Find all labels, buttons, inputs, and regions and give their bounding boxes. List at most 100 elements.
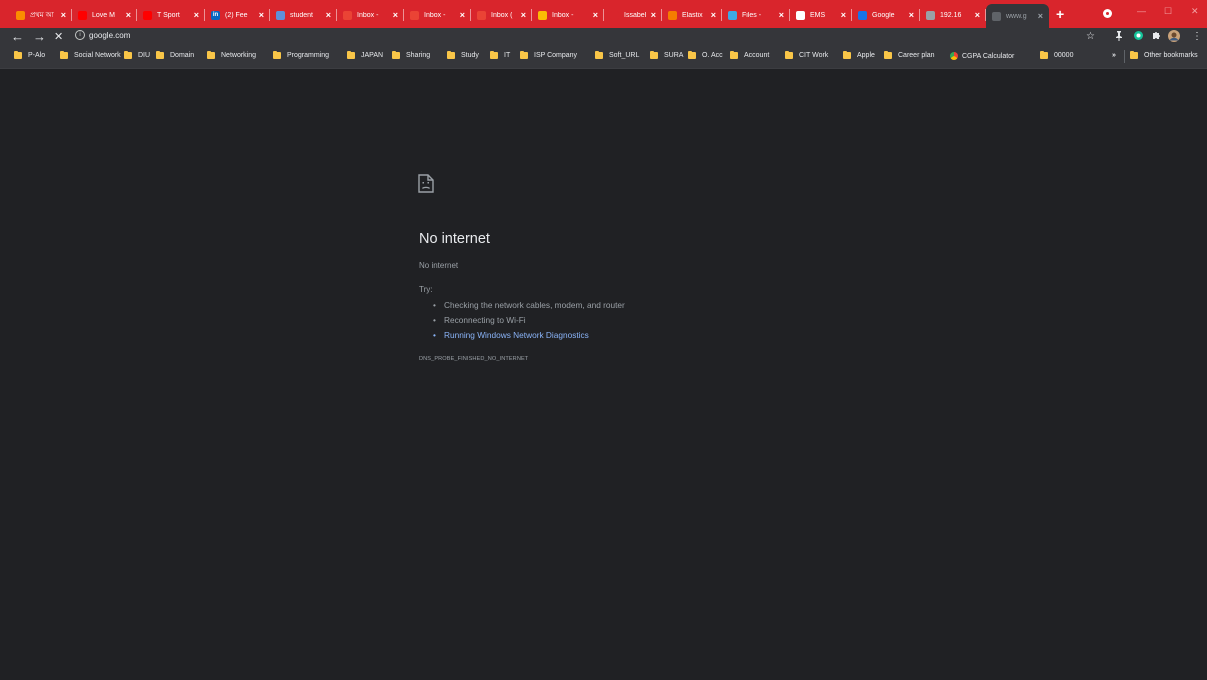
tab[interactable]: www.g × <box>986 4 1049 28</box>
bookmark-item[interactable]: Study <box>447 51 479 59</box>
tab[interactable]: EMS × <box>790 4 852 26</box>
grammarly-extension-icon[interactable] <box>1134 31 1143 43</box>
tab-title: (2) Fee <box>225 11 248 19</box>
bookmark-item[interactable]: Networking <box>207 51 256 59</box>
tab[interactable]: Inbox - × <box>404 4 471 26</box>
bookmark-label: 00000 <box>1054 52 1074 59</box>
bookmark-item[interactable]: IT <box>490 51 510 59</box>
tab-favicon-icon <box>538 10 547 20</box>
bookmark-item[interactable]: ISP Company <box>520 51 577 59</box>
bookmark-item[interactable]: Programming <box>273 51 329 59</box>
bookmark-item[interactable]: Soft_URL <box>595 51 639 59</box>
bookmark-item[interactable]: Sharing <box>392 51 430 59</box>
tab-close-icon[interactable]: × <box>521 10 526 20</box>
page-content <box>5 69 1207 680</box>
tab-close-icon[interactable]: × <box>194 10 199 20</box>
tab-close-icon[interactable]: × <box>326 10 331 20</box>
tab[interactable]: Inbox - × <box>532 4 604 26</box>
maximize-button[interactable]: ☐ <box>1164 6 1172 17</box>
stop-button[interactable]: ✕ <box>54 30 63 43</box>
close-window-button[interactable]: ✕ <box>1191 6 1199 17</box>
tab-close-icon[interactable]: × <box>126 10 131 20</box>
tab-close-icon[interactable]: × <box>711 10 716 20</box>
profile-icon[interactable] <box>1103 9 1112 18</box>
bookmark-item[interactable]: Domain <box>156 51 195 59</box>
network-diagnostics-link[interactable]: Running Windows Network Diagnostics <box>432 329 625 344</box>
tab-favicon-icon <box>78 10 87 20</box>
tab-title: EMS <box>810 11 826 19</box>
folder-icon <box>688 51 696 59</box>
tab-close-icon[interactable]: × <box>460 10 465 20</box>
bookmark-item[interactable]: SURA <box>650 51 683 59</box>
tab[interactable]: 192.16 × <box>920 4 986 26</box>
minimize-button[interactable]: — <box>1137 6 1146 16</box>
menu-icon[interactable]: ⋮ <box>1192 31 1202 42</box>
tab[interactable]: Inbox (× <box>471 4 532 26</box>
bookmark-item[interactable]: JAPAN <box>347 51 383 59</box>
tab-close-icon[interactable]: × <box>975 10 980 20</box>
tab-close-icon[interactable]: × <box>909 10 914 20</box>
sad-page-icon <box>418 174 434 198</box>
tab-title: Inbox - <box>424 11 446 19</box>
user-avatar-icon[interactable] <box>1168 30 1180 45</box>
tab-title: Love M <box>92 11 115 19</box>
tab[interactable]: T Sport × <box>137 4 205 26</box>
bookmark-item[interactable]: Apple <box>843 51 875 59</box>
bookmark-item[interactable]: Career plan <box>884 51 935 59</box>
tab[interactable]: Elastix × <box>662 4 722 26</box>
folder-icon <box>14 51 22 59</box>
tab-close-icon[interactable]: × <box>1038 11 1043 21</box>
bookmark-item[interactable]: Account <box>730 51 769 59</box>
tab-close-icon[interactable]: × <box>779 10 784 20</box>
back-button[interactable]: ← <box>11 29 24 44</box>
bookmark-item[interactable]: O. Acc <box>688 51 723 59</box>
url-text[interactable]: google.com <box>89 31 130 40</box>
tab-close-icon[interactable]: × <box>61 10 66 20</box>
tab[interactable]: Files - × <box>722 4 790 26</box>
bookmark-item[interactable]: P-Alo <box>14 51 45 59</box>
tab-close-icon[interactable]: × <box>651 10 656 20</box>
tab-favicon-icon <box>477 10 486 20</box>
bookmark-label: CIT Work <box>799 52 829 59</box>
tab[interactable]: Love M × <box>72 4 137 26</box>
address-bar[interactable]: i google.com <box>75 30 130 40</box>
tab-close-icon[interactable]: × <box>593 10 598 20</box>
tab-close-icon[interactable]: × <box>393 10 398 20</box>
bookmark-star-icon[interactable]: ☆ <box>1086 31 1095 42</box>
new-tab-button[interactable]: + <box>1056 6 1064 22</box>
tab[interactable]: Issabel × <box>604 4 662 26</box>
tab-title: প্রথম আ <box>30 12 54 19</box>
bookmark-item[interactable]: DIU <box>124 51 150 59</box>
forward-button[interactable]: → <box>33 29 46 44</box>
tab[interactable]: Google × <box>852 4 920 26</box>
tab-favicon-icon <box>992 11 1001 21</box>
tab-title: Elastix <box>682 11 703 19</box>
tab-favicon-icon <box>610 10 619 20</box>
folder-icon <box>520 51 528 59</box>
browser-toolbar: ← → ✕ i google.com ☆ ⋮ <box>0 28 1207 47</box>
info-icon[interactable]: i <box>75 30 85 40</box>
tab-close-icon[interactable]: × <box>259 10 264 20</box>
tab-favicon-icon <box>858 10 867 20</box>
extensions-puzzle-icon[interactable] <box>1152 31 1161 43</box>
pin-extension-icon[interactable] <box>1115 31 1123 44</box>
tab[interactable]: student × <box>270 4 337 26</box>
bookmark-item[interactable]: CGPA Calculator <box>950 52 1014 60</box>
bookmarks-overflow-button[interactable]: » <box>1112 52 1116 59</box>
tab-favicon-icon <box>276 10 285 20</box>
tab-title: Files - <box>742 11 762 19</box>
tab-close-icon[interactable]: × <box>841 10 846 20</box>
tab[interactable]: Inbox - × <box>337 4 404 26</box>
bookmark-item[interactable]: Social Network <box>60 51 121 59</box>
tab[interactable]: in (2) Fee × <box>205 4 270 26</box>
bookmark-item[interactable]: CIT Work <box>785 51 829 59</box>
suggestion-reconnect-wifi: Reconnecting to Wi-Fi <box>432 314 625 329</box>
tab-title: 192.16 <box>940 11 962 19</box>
tab-title: Inbox - <box>552 11 574 19</box>
other-bookmarks-folder[interactable]: Other bookmarks <box>1130 51 1198 59</box>
tab-favicon-icon <box>143 10 152 20</box>
folder-icon <box>595 51 603 59</box>
bookmark-label: Domain <box>170 52 195 59</box>
bookmark-item[interactable]: 00000 <box>1040 51 1074 59</box>
tab[interactable]: প্রথম আ × <box>10 4 72 26</box>
